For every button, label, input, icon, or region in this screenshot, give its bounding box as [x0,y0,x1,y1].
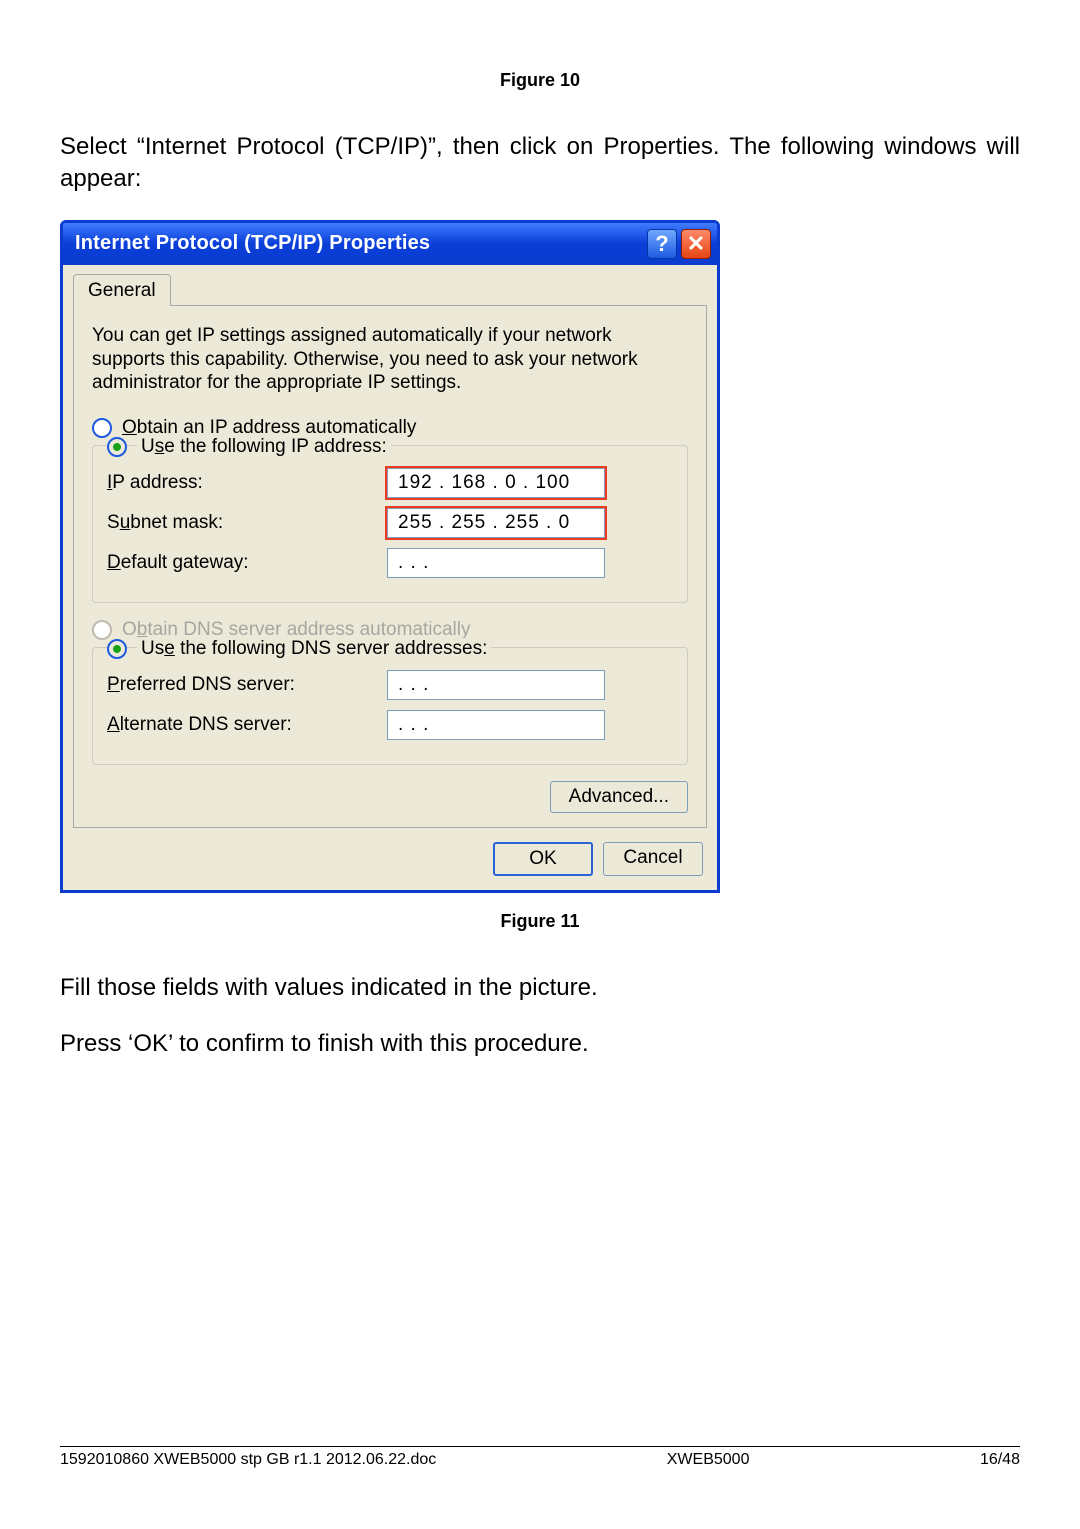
page-footer: 1592010860 XWEB5000 stp GB r1.1 2012.06.… [60,1446,1020,1469]
help-icon: ? [655,231,668,257]
default-gateway-label: Default gateway: [107,552,387,574]
footer-left: 1592010860 XWEB5000 stp GB r1.1 2012.06.… [60,1451,436,1469]
figure-11-caption: Figure 11 [60,911,1020,932]
titlebar[interactable]: Internet Protocol (TCP/IP) Properties ? … [63,223,717,265]
radio-icon [107,437,127,457]
radio-icon [92,418,112,438]
alternate-dns-label: Alternate DNS server: [107,714,387,736]
footer-right: 16/48 [980,1451,1020,1469]
subnet-mask-label: Subnet mask: [107,512,387,534]
default-gateway-input[interactable]: . . . [387,548,605,578]
radio-label-ip-manual: Use the following IP address: [137,436,391,458]
radio-row-ip-manual[interactable]: Use the following IP address: [107,436,673,458]
subnet-mask-input[interactable]: 255 . 255 . 255 . 0 [387,508,605,538]
paragraph-3: Press ‘OK’ to confirm to finish with thi… [60,1028,1020,1060]
help-button[interactable]: ? [647,229,677,259]
tcpip-properties-dialog: Internet Protocol (TCP/IP) Properties ? … [60,220,720,893]
close-icon: ✕ [687,231,705,257]
preferred-dns-label: Preferred DNS server: [107,674,387,696]
radio-label-dns-manual: Use the following DNS server addresses: [137,638,491,660]
ip-address-label: IP address: [107,472,387,494]
ok-button[interactable]: OK [493,842,593,876]
radio-icon [92,620,112,640]
paragraph-1: Select “Internet Protocol (TCP/IP)”, the… [60,131,1020,196]
ip-groupbox: Use the following IP address: IP address… [92,445,688,603]
figure-10-caption: Figure 10 [60,70,1020,91]
radio-row-dns-manual[interactable]: Use the following DNS server addresses: [107,638,673,660]
cancel-button[interactable]: Cancel [603,842,703,876]
window-title: Internet Protocol (TCP/IP) Properties [75,232,643,255]
alternate-dns-input[interactable]: . . . [387,710,605,740]
tab-panel-general: You can get IP settings assigned automat… [73,305,707,828]
advanced-button[interactable]: Advanced... [550,781,688,813]
close-button[interactable]: ✕ [681,229,711,259]
preferred-dns-input[interactable]: . . . [387,670,605,700]
radio-icon [107,639,127,659]
intro-text: You can get IP settings assigned automat… [92,324,688,395]
ip-address-input[interactable]: 192 . 168 . 0 . 100 [387,468,605,498]
paragraph-2: Fill those fields with values indicated … [60,972,1020,1004]
tab-general[interactable]: General [73,274,171,306]
footer-center: XWEB5000 [667,1451,750,1469]
dns-groupbox: Use the following DNS server addresses: … [92,647,688,765]
